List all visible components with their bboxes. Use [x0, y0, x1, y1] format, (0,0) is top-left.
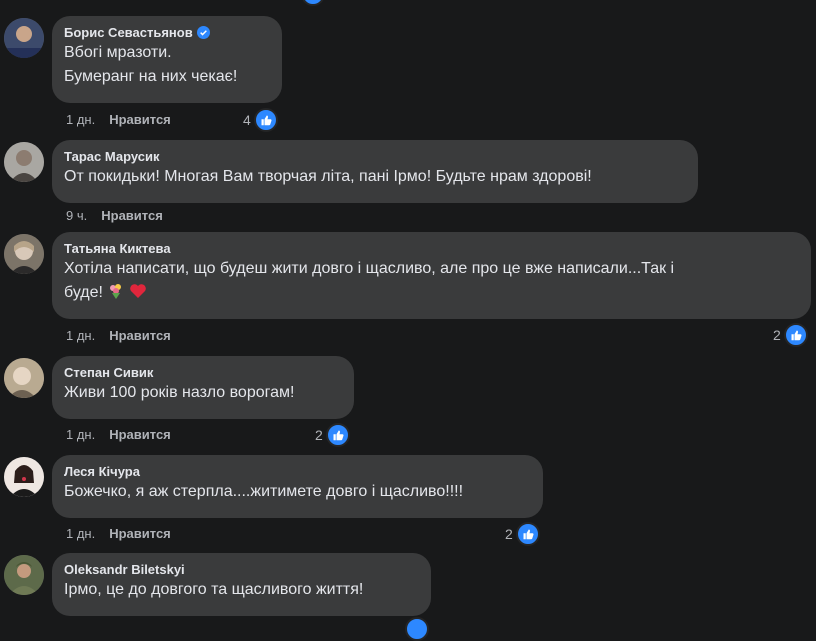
comment-bubble: Борис Севастьянов Вбогі мразоти. Бумеранг… — [52, 16, 282, 103]
like-button[interactable]: Нравится — [109, 328, 171, 343]
comment-text-line-with-emoji: буде! — [64, 281, 799, 305]
like-reaction-icon — [783, 323, 808, 347]
comment-text: Живи 100 років назло ворогам! — [64, 381, 342, 405]
avatar[interactable] — [4, 142, 44, 182]
comment-bubble: Леся Кічура Божечко, я аж стерпла....жит… — [52, 455, 543, 518]
comment-text-line: Ірмо, це до довгого та щасливого життя! — [64, 581, 364, 598]
reaction-count: 2 — [290, 0, 298, 2]
comment-bubble: Тарас Марусик От покидьки! Многая Вам тв… — [52, 140, 698, 203]
previous-comment-meta: 2 — [0, 0, 816, 6]
like-button[interactable]: Нравится — [109, 526, 171, 541]
comment-reactions[interactable]: 2 — [315, 423, 350, 447]
comment-time[interactable]: 1 дн. — [66, 427, 95, 442]
author-name[interactable]: Татьяна Киктева — [64, 240, 171, 257]
comment-text-line: Живи 100 років назло ворогам! — [64, 384, 295, 401]
comment-reactions[interactable]: 4 — [243, 108, 278, 132]
comment-author[interactable]: Борис Севастьянов — [64, 24, 270, 41]
author-name[interactable]: Oleksandr Biletskyi — [64, 561, 185, 578]
reaction-count: 2 — [773, 327, 781, 343]
comment-bubble: Степан Сивик Живи 100 років назло ворога… — [52, 356, 354, 419]
like-reaction-icon — [405, 617, 429, 641]
comment-text: Ірмо, це до довгого та щасливого життя! — [64, 578, 419, 602]
comment-time[interactable]: 1 дн. — [66, 526, 95, 541]
comment-time[interactable]: 1 дн. — [66, 328, 95, 343]
verified-badge-icon — [196, 26, 210, 39]
like-reaction-icon — [515, 522, 540, 546]
comment-author[interactable]: Степан Сивик — [64, 364, 342, 381]
author-name[interactable]: Борис Севастьянов — [64, 24, 193, 41]
comment-text: Вбогі мразоти. Бумеранг на них чекає! — [64, 41, 270, 89]
comment-text-line: Вбогі мразоти. — [64, 44, 172, 61]
comment-meta: 1 дн. Нравится — [66, 112, 171, 127]
reaction-count: 2 — [315, 427, 323, 443]
like-button[interactable]: Нравится — [109, 112, 171, 127]
comment-reactions[interactable]: 2 — [505, 522, 540, 546]
comment-text-line: От покидьки! Многая Вам творчая літа, па… — [64, 168, 592, 185]
author-name[interactable]: Тарас Марусик — [64, 148, 159, 165]
previous-comment-reactions[interactable]: 2 — [290, 0, 325, 6]
reaction-count: 2 — [505, 526, 513, 542]
avatar[interactable] — [4, 18, 44, 58]
comment-text: От покидьки! Многая Вам творчая літа, па… — [64, 165, 686, 189]
comment-meta: 1 дн. Нравится — [66, 427, 171, 442]
comment-time[interactable]: 1 дн. — [66, 112, 95, 127]
like-reaction-icon — [300, 0, 325, 6]
comment-text-line: Божечко, я аж стерпла....житимете довго … — [64, 483, 464, 500]
red-heart-emoji-icon — [130, 284, 146, 298]
author-name[interactable]: Леся Кічура — [64, 463, 140, 480]
comment-author[interactable]: Татьяна Киктева — [64, 240, 799, 257]
like-reaction-icon — [325, 423, 350, 447]
comment-meta: 1 дн. Нравится — [66, 328, 171, 343]
bouquet-emoji-icon — [109, 284, 121, 299]
like-button[interactable]: Нравится — [101, 208, 163, 223]
comment-time[interactable]: 9 ч. — [66, 208, 87, 223]
comment-bubble: Oleksandr Biletskyi Ірмо, це до довгого … — [52, 553, 431, 616]
avatar[interactable] — [4, 234, 44, 274]
avatar[interactable] — [4, 457, 44, 497]
comment-meta: 9 ч. Нравится — [66, 208, 163, 223]
comment-text-line: Бумеранг на них чекає! — [64, 68, 238, 85]
comment-author[interactable]: Тарас Марусик — [64, 148, 686, 165]
comment-author[interactable]: Леся Кічура — [64, 463, 531, 480]
like-button[interactable]: Нравится — [109, 427, 171, 442]
reaction-count: 4 — [243, 112, 251, 128]
comment-bubble: Татьяна Киктева Хотіла написати, що буде… — [52, 232, 811, 319]
avatar[interactable] — [4, 358, 44, 398]
like-reaction-icon — [253, 108, 278, 132]
comment-text: Божечко, я аж стерпла....житимете довго … — [64, 480, 531, 504]
comment-text-line: Хотіла написати, що будеш жити довго і щ… — [64, 260, 675, 277]
avatar[interactable] — [4, 555, 44, 595]
comment-meta: 1 дн. Нравится — [66, 526, 171, 541]
comment-reactions[interactable]: 2 — [773, 323, 808, 347]
comment-text: Хотіла написати, що будеш жити довго і щ… — [64, 257, 799, 305]
author-name[interactable]: Степан Сивик — [64, 364, 153, 381]
comment-author[interactable]: Oleksandr Biletskyi — [64, 561, 419, 578]
comment-text-line: буде! — [64, 284, 103, 301]
